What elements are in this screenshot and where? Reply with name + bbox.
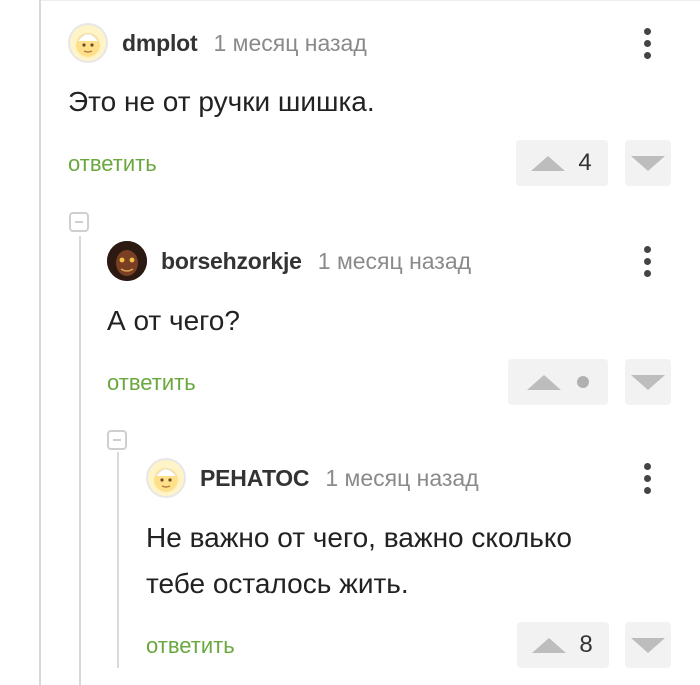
downvote-button[interactable]: [625, 359, 671, 405]
comment-author[interactable]: dmplot: [122, 30, 198, 57]
collapse-thread-button[interactable]: [107, 430, 127, 450]
reply-link[interactable]: ответить: [68, 151, 157, 177]
comment-text-line: Это не от ручки шишка.: [68, 86, 375, 117]
upvote-arrow-icon[interactable]: [527, 374, 561, 390]
comment-text-line: Не важно от чего, важно сколько: [146, 522, 572, 553]
comment: dmplot 1 месяц назад Это не от ручки шиш…: [68, 23, 700, 193]
thread-line-level-1: [79, 236, 81, 685]
comment-score: 4: [578, 149, 592, 176]
comment-time: 1 месяц назад: [213, 29, 367, 56]
thread-line-level-2: [117, 452, 119, 668]
comment: borsehzorkje 1 месяц назад А от чего? от…: [107, 241, 700, 411]
comment-text: Это не от ручки шишка.: [68, 79, 375, 125]
reply-link[interactable]: ответить: [107, 370, 196, 396]
downvote-arrow-icon: [631, 155, 665, 171]
comment-text: Не важно от чего, важно сколько тебе ост…: [146, 515, 572, 607]
cartoon-face-avatar-icon[interactable]: [68, 23, 108, 63]
more-options-icon[interactable]: [636, 26, 660, 62]
collapse-thread-button[interactable]: [69, 212, 89, 232]
score-dot-icon: [577, 376, 589, 388]
downvote-button[interactable]: [625, 140, 671, 186]
comment-text-line: А от чего?: [107, 305, 240, 336]
more-options-icon[interactable]: [636, 461, 660, 497]
upvote-arrow-icon[interactable]: [532, 637, 566, 653]
comment-score: 8: [579, 631, 593, 658]
upvote-button[interactable]: 4: [516, 140, 608, 186]
upvote-button[interactable]: 8: [517, 622, 609, 668]
comment-author[interactable]: borsehzorkje: [161, 248, 302, 275]
cartoon-face-avatar-icon[interactable]: [146, 458, 186, 498]
upvote-button[interactable]: [508, 359, 608, 405]
comment-text: А от чего?: [107, 298, 240, 344]
reply-link[interactable]: ответить: [146, 633, 235, 659]
more-options-icon[interactable]: [636, 244, 660, 280]
downvote-arrow-icon: [631, 637, 665, 653]
downvote-button[interactable]: [625, 622, 671, 668]
comment-time: 1 месяц назад: [317, 247, 472, 274]
comment-author[interactable]: РЕНАТОС: [200, 465, 310, 492]
comment-time: 1 месяц назад: [325, 464, 479, 491]
upvote-arrow-icon[interactable]: [531, 155, 565, 171]
comment: РЕНАТОС 1 месяц назад Не важно от чего, …: [146, 458, 700, 678]
top-divider: [41, 0, 700, 1]
comment-text-line: тебе осталось жить.: [146, 568, 409, 599]
thread-line-root: [39, 0, 41, 685]
photo-avatar-icon[interactable]: [107, 241, 147, 281]
downvote-arrow-icon: [631, 374, 665, 390]
